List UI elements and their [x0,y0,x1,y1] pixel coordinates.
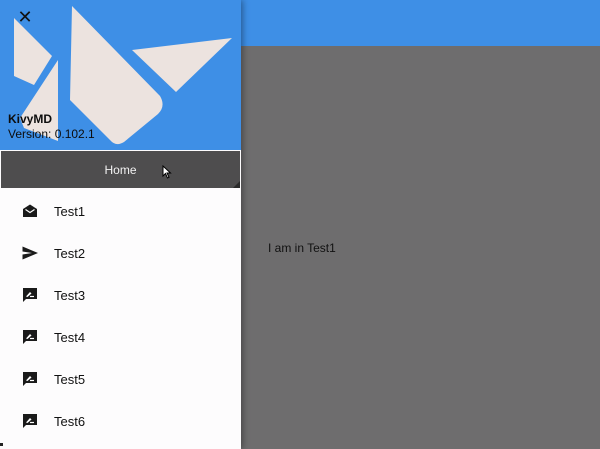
nav-item-label: Test2 [54,246,86,261]
nav-item-test6[interactable]: Test6 [0,400,241,442]
corner-artifact [0,443,3,446]
message-draw-icon [23,288,37,302]
nav-item-label: Test1 [54,204,86,219]
nav-item-test1[interactable]: Test1 [0,190,241,232]
navigation-drawer: ✕ KivyMD Version: 0.102.1 Home Test1 Tes… [0,0,241,449]
content-text: I am in Test1 [268,241,336,255]
app-version: Version: 0.102.1 [8,127,95,141]
nav-item-test4[interactable]: Test4 [0,316,241,358]
nav-item-label: Test4 [54,330,86,345]
send-icon [22,246,38,260]
nav-item-test3[interactable]: Test3 [0,274,241,316]
close-icon[interactable]: ✕ [14,6,36,28]
nav-item-label: Test6 [54,414,86,429]
home-button[interactable]: Home [1,151,240,188]
corner-marker [233,181,240,188]
email-open-icon [23,204,37,217]
app-name: KivyMD [8,112,53,126]
message-draw-icon [23,372,37,386]
nav-item-test5[interactable]: Test5 [0,358,241,400]
drawer-header: ✕ KivyMD Version: 0.102.1 [0,0,241,150]
home-button-label: Home [104,162,137,177]
nav-item-label: Test5 [54,372,86,387]
nav-item-label: Test3 [54,288,86,303]
message-draw-icon [23,330,37,344]
mouse-pointer-icon [162,165,172,179]
nav-item-test2[interactable]: Test2 [0,232,241,274]
message-draw-icon [23,414,37,428]
